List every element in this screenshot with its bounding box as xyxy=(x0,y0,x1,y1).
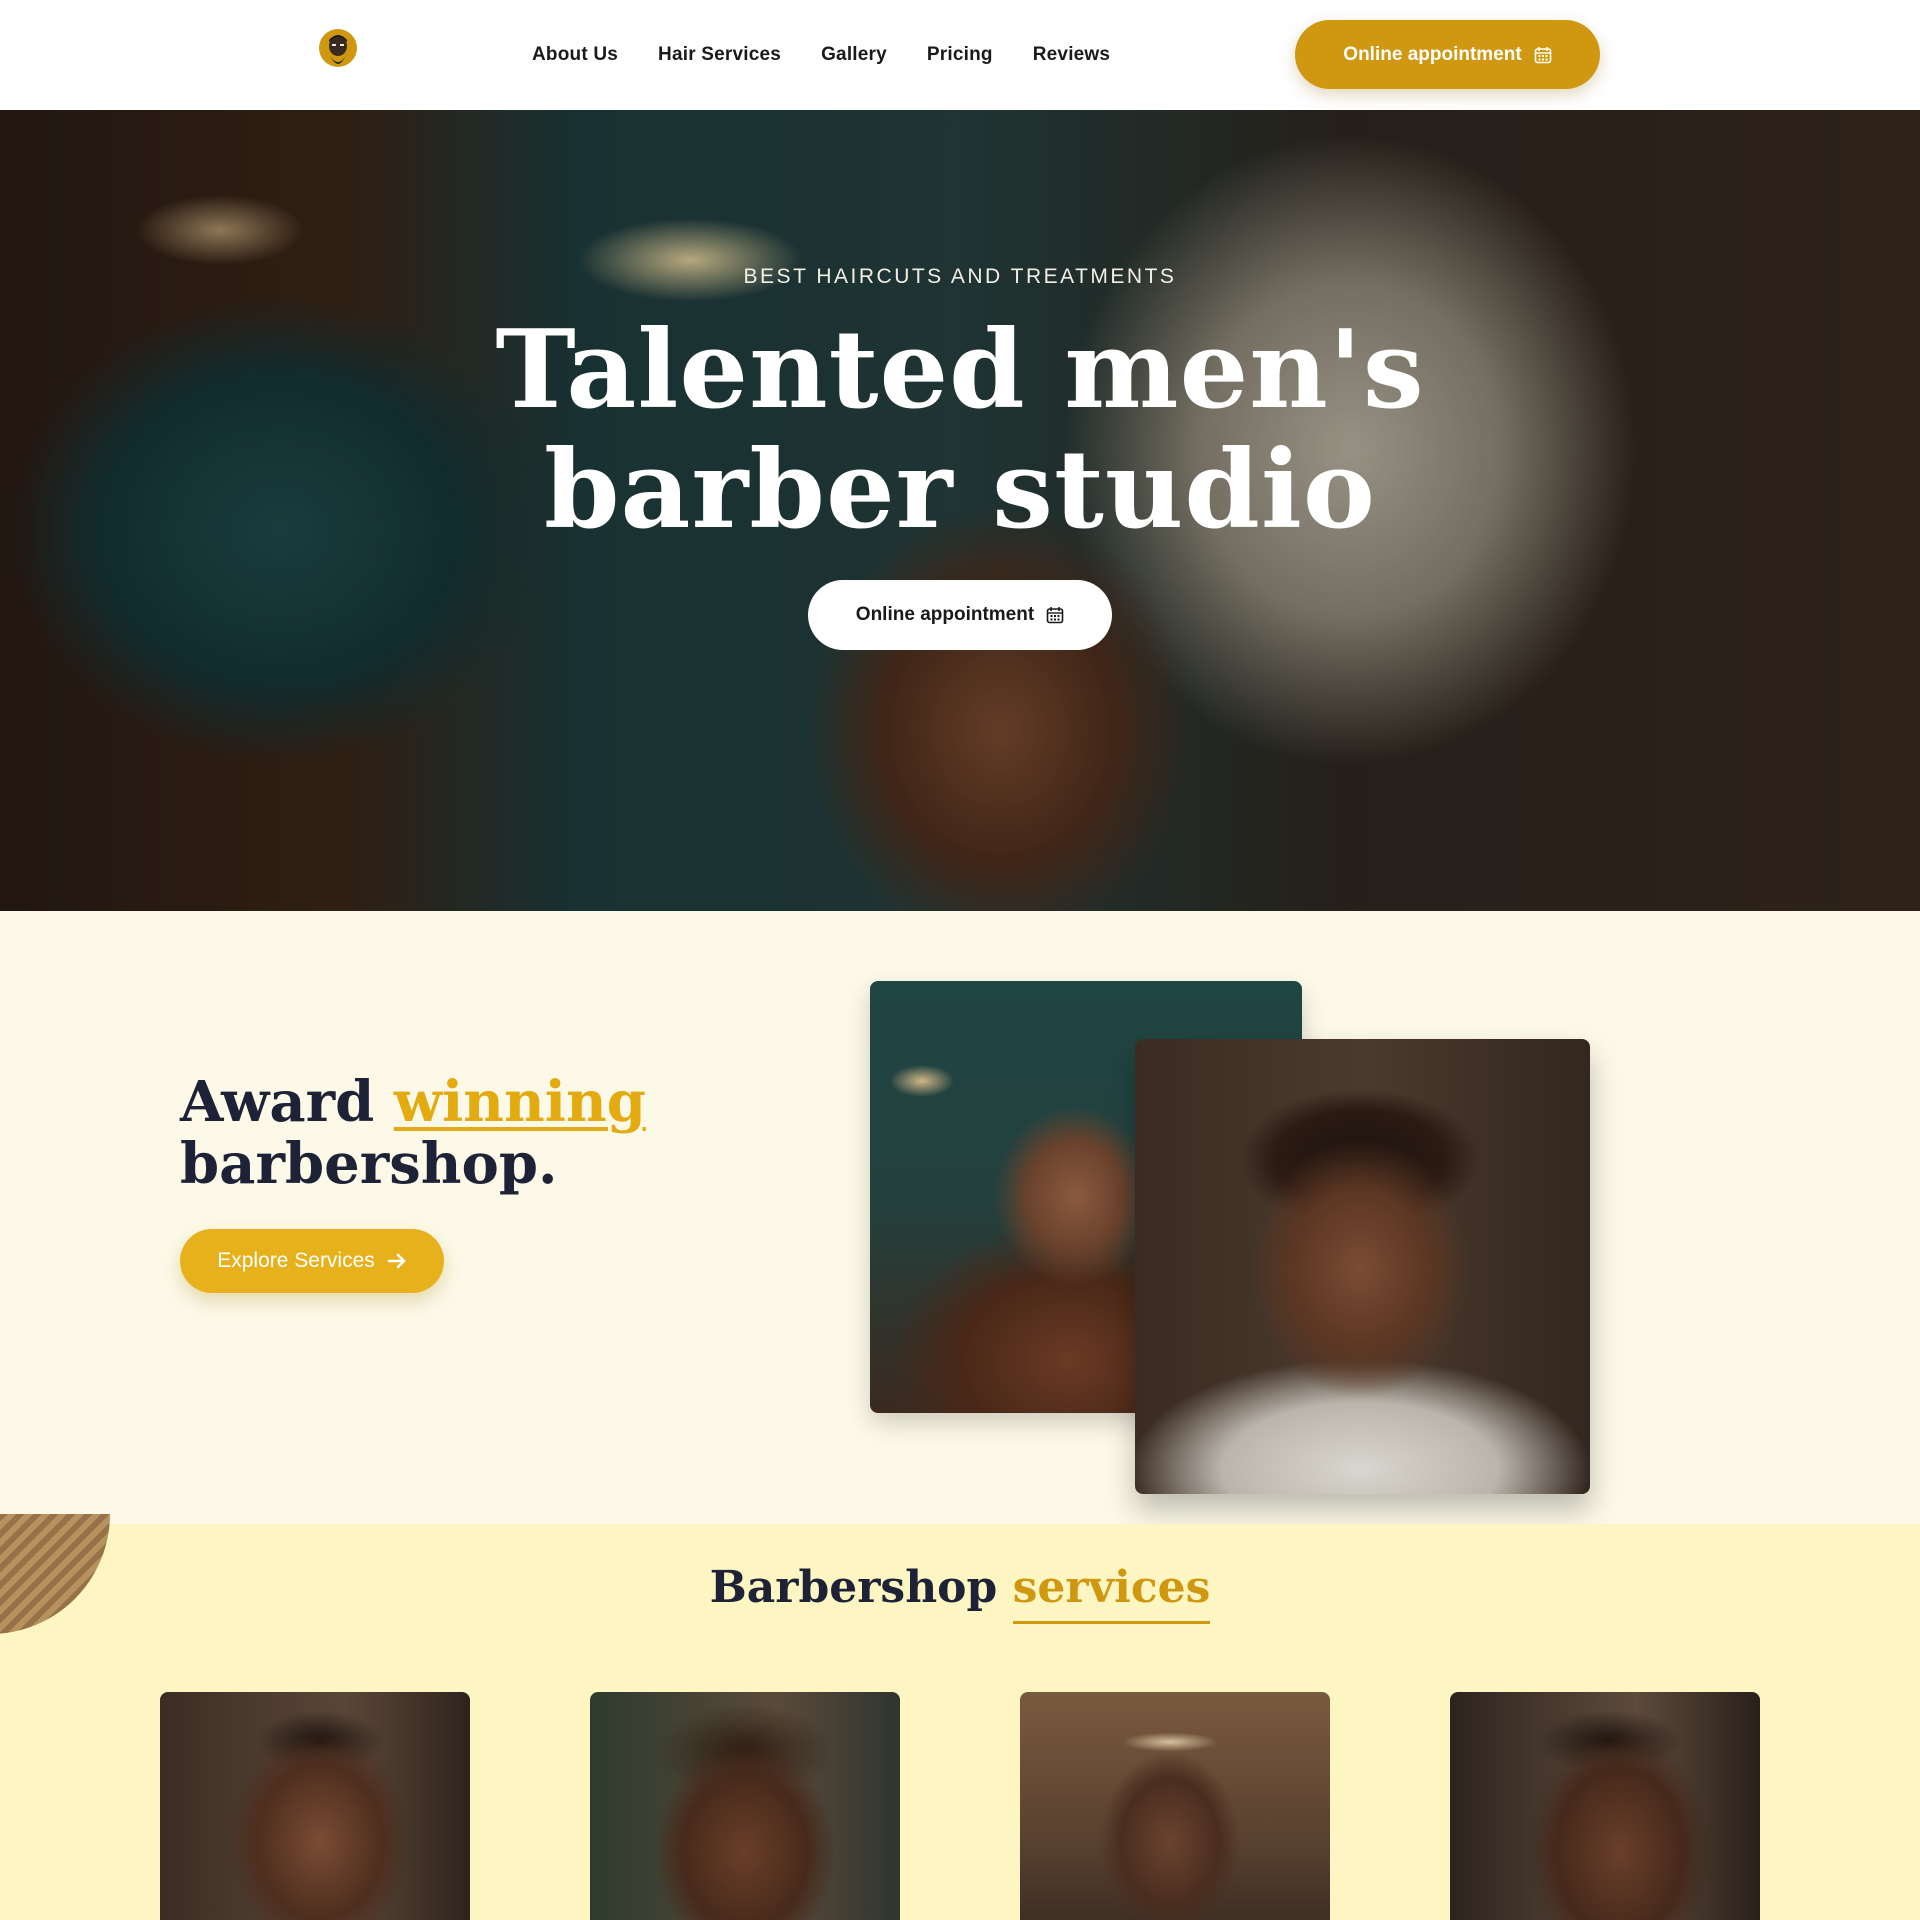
calendar-icon xyxy=(1046,607,1064,624)
hero-title-line1: Talented men's xyxy=(495,307,1425,433)
calendar-icon xyxy=(1534,46,1551,63)
nav-link-gallery[interactable]: Gallery xyxy=(821,40,887,70)
hero-title: Talented men's barber studio xyxy=(0,310,1920,550)
service-card-image[interactable] xyxy=(1020,1692,1330,1920)
services-section: Barbershop services xyxy=(0,1514,1920,1920)
award-title-part1: Award xyxy=(180,1069,394,1135)
nav-link-about-us[interactable]: About Us xyxy=(532,40,618,70)
service-card-image[interactable] xyxy=(1450,1692,1760,1920)
explore-services-button[interactable]: Explore Services xyxy=(180,1229,444,1293)
hero-cta-label: Online appointment xyxy=(855,604,1035,625)
explore-services-label: Explore Services xyxy=(217,1249,375,1272)
services-title-accent: services xyxy=(1012,1562,1211,1624)
award-title-accent: winning xyxy=(393,1069,646,1135)
services-title: Barbershop services xyxy=(0,1562,1920,1624)
award-title: Award winning barbershop. xyxy=(180,1071,646,1195)
award-section: Award winning barbershop. Explore Servic… xyxy=(0,911,1920,1524)
hero-online-appointment-button[interactable]: Online appointment xyxy=(808,580,1112,650)
nav-link-pricing[interactable]: Pricing xyxy=(927,40,993,70)
hero-eyebrow: BEST HAIRCUTS AND TREATMENTS xyxy=(743,265,1177,288)
services-title-part1: Barbershop xyxy=(709,1562,1013,1613)
top-navbar: About Us Hair Services Gallery Pricing R… xyxy=(0,0,1920,110)
nav-cta-label: Online appointment xyxy=(1343,43,1522,65)
award-title-line2: barbershop. xyxy=(180,1131,558,1197)
service-card-image[interactable] xyxy=(160,1692,470,1920)
bearded-man-logo-icon[interactable] xyxy=(318,28,358,80)
nav-online-appointment-button[interactable]: Online appointment xyxy=(1295,20,1600,89)
service-card-image[interactable] xyxy=(590,1692,900,1920)
nav-link-hair-services[interactable]: Hair Services xyxy=(658,40,781,70)
main-nav: About Us Hair Services Gallery Pricing R… xyxy=(532,40,1110,70)
client-haircut-photo xyxy=(1135,1039,1590,1494)
hero-title-line2: barber studio xyxy=(544,427,1376,553)
nav-link-reviews[interactable]: Reviews xyxy=(1033,40,1110,70)
arrow-right-icon xyxy=(387,1253,406,1269)
hero-section: BEST HAIRCUTS AND TREATMENTS Talented me… xyxy=(0,110,1920,911)
